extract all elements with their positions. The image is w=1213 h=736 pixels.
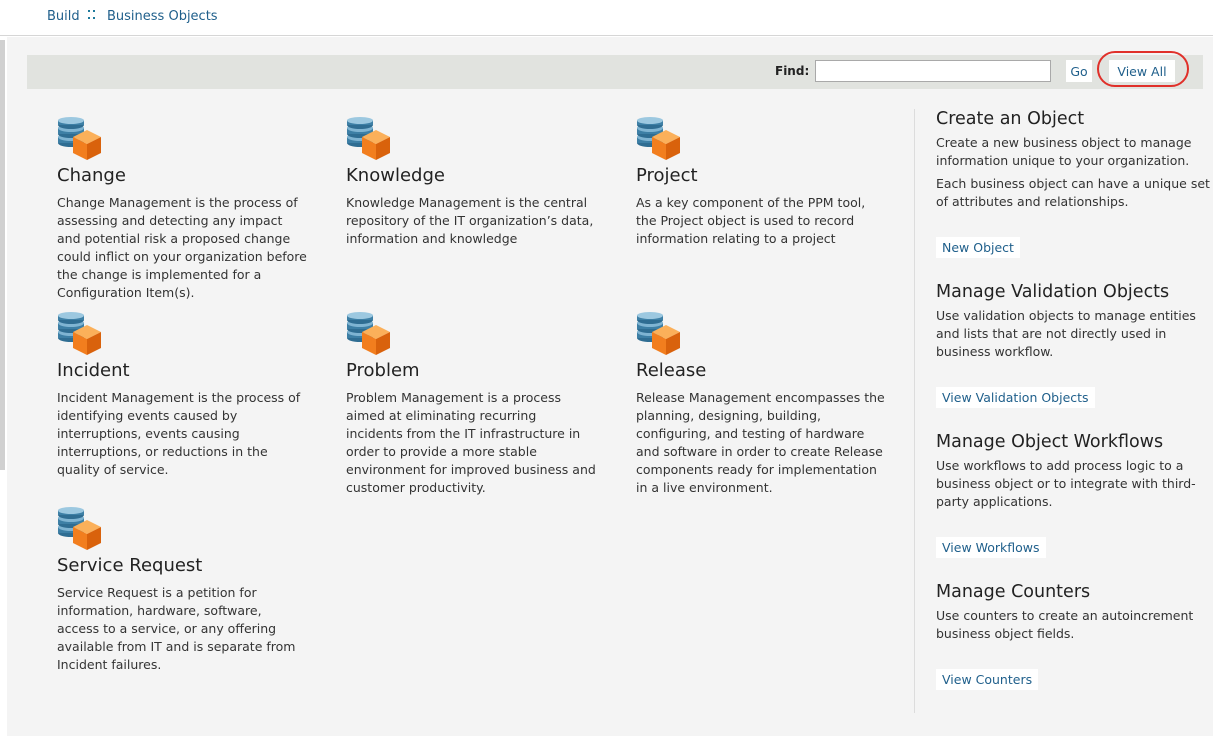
object-description: Change Management is the process of asse…: [57, 195, 307, 300]
object-title[interactable]: Service Request: [57, 555, 202, 576]
section-title: Manage Object Workflows: [936, 432, 1164, 452]
object-title[interactable]: Project: [636, 165, 698, 186]
object-description: Release Management encompasses the plann…: [636, 390, 885, 495]
dots-separator-icon: [86, 8, 96, 22]
view-all-button[interactable]: View All: [1109, 60, 1175, 82]
section-title: Manage Counters: [936, 582, 1091, 602]
object-description: Problem Management is a process aimed at…: [346, 390, 596, 495]
object-workflows-section: Manage Object Workflows Use workflows to…: [936, 432, 1213, 511]
database-box-icon: [58, 312, 101, 355]
object-title[interactable]: Incident: [57, 360, 130, 381]
new-object-button[interactable]: New Object: [936, 237, 1020, 258]
section-text: Use validation objects to manage entitie…: [936, 308, 1196, 359]
object-description: As a key component of the PPM tool, the …: [636, 195, 866, 246]
validation-objects-section: Manage Validation Objects Use validation…: [936, 282, 1213, 361]
panel-divider: [914, 109, 915, 713]
database-box-icon: [637, 312, 680, 355]
page-edge-scrollbar: [0, 40, 5, 470]
go-button[interactable]: Go: [1066, 60, 1092, 82]
database-box-icon: [58, 117, 101, 160]
section-text: Create a new business object to manage i…: [936, 135, 1192, 168]
breadcrumb: Build Business Objects: [0, 0, 1213, 36]
section-title: Manage Validation Objects: [936, 282, 1170, 302]
database-box-icon: [347, 312, 390, 355]
object-description: Service Request is a petition for inform…: [57, 585, 296, 672]
object-title[interactable]: Problem: [346, 360, 420, 381]
object-title[interactable]: Release: [636, 360, 706, 381]
find-bar: Find: Go View All: [27, 51, 1203, 89]
database-box-icon: [58, 507, 101, 550]
view-workflows-button[interactable]: View Workflows: [936, 537, 1046, 558]
database-box-icon: [347, 117, 390, 160]
find-input[interactable]: [815, 60, 1051, 82]
section-text: Each business object can have a unique s…: [936, 176, 1210, 209]
object-title[interactable]: Change: [57, 165, 126, 186]
database-box-icon: [637, 117, 680, 160]
find-label: Find:: [775, 64, 810, 78]
view-validation-objects-button[interactable]: View Validation Objects: [936, 387, 1095, 408]
section-text: Use workflows to add process logic to a …: [936, 458, 1196, 509]
object-description: Incident Management is the process of id…: [57, 390, 301, 477]
object-description: Knowledge Management is the central repo…: [346, 195, 594, 246]
object-title[interactable]: Knowledge: [346, 165, 445, 186]
create-object-section: Create an Object Create a new business o…: [936, 109, 1213, 211]
section-text: Use counters to create an autoincrement …: [936, 608, 1194, 641]
view-counters-button[interactable]: View Counters: [936, 669, 1039, 690]
main-content: Find: Go View All Change Change Manageme…: [7, 37, 1213, 736]
counters-section: Manage Counters Use counters to create a…: [936, 582, 1213, 643]
breadcrumb-current[interactable]: Business Objects: [107, 9, 218, 24]
section-title: Create an Object: [936, 109, 1085, 129]
breadcrumb-build-link[interactable]: Build: [47, 9, 80, 24]
